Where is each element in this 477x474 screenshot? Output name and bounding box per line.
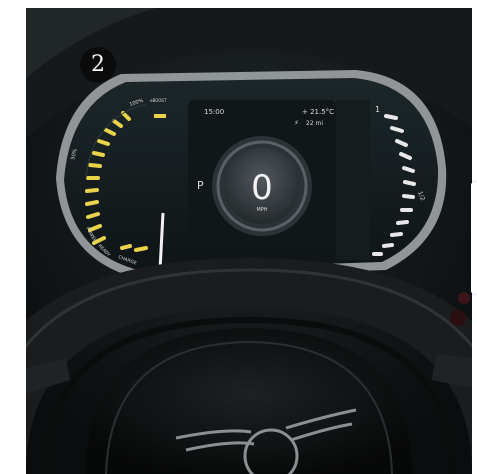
clock-readout: 15:00 — [204, 108, 224, 116]
range-readout: 22 mi — [306, 120, 323, 127]
eboost-label: eBOOST — [150, 98, 167, 103]
right-gauge-top-label: 1 — [375, 105, 380, 114]
speed-value: 0 — [251, 168, 273, 208]
gear-indicator: P — [197, 179, 204, 192]
step-number-badge: 2 — [80, 47, 116, 83]
temperature-readout: + 21.5°C — [302, 108, 334, 116]
side-panel-handle[interactable] — [471, 182, 477, 294]
speed-unit: MPH — [256, 207, 267, 213]
plug-icon: ⚡ — [294, 119, 299, 127]
car-dashboard-photo: 15:00 + 21.5°C 22 mi ⚡ P 0 MPH 100% eBOO… — [26, 8, 472, 474]
